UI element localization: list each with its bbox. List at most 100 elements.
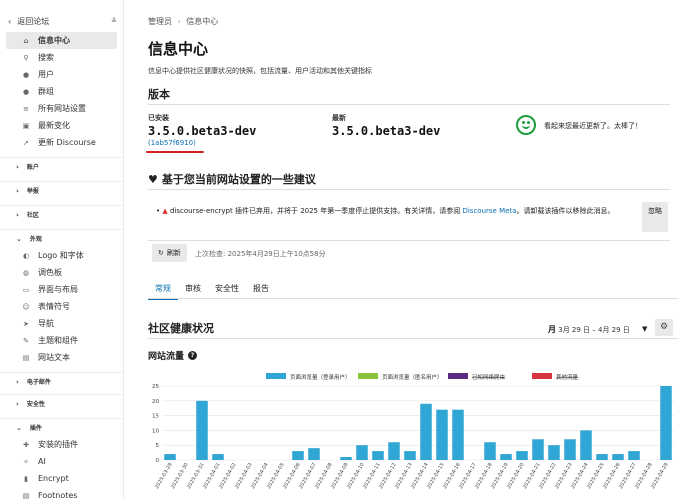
chevron-right-icon: › bbox=[16, 162, 19, 171]
sidebar-item-paint[interactable]: ◍ 调色板 bbox=[6, 264, 117, 281]
sidebar-item-label: 网站文本 bbox=[38, 353, 70, 362]
back-label: 返回论坛 bbox=[17, 16, 50, 26]
sidebar-item-palette[interactable]: ◐ Logo 和字体 bbox=[6, 247, 117, 264]
discourse-meta-link[interactable]: Discourse Meta bbox=[462, 207, 516, 215]
legend-swatch bbox=[532, 373, 552, 379]
gear-icon[interactable]: ⚙ bbox=[655, 319, 673, 336]
sidebar-item-footnote[interactable]: ▤ Footnotes bbox=[6, 487, 117, 499]
section-plugins[interactable]: ⌄ 插件 bbox=[0, 418, 123, 436]
sidebar-item-label: 调色板 bbox=[38, 268, 62, 277]
chart-bar bbox=[420, 403, 432, 460]
installed-label: 已安装 bbox=[148, 114, 169, 122]
ignore-button[interactable]: 忽略 bbox=[642, 202, 668, 232]
sidebar-item-label: 最新变化 bbox=[38, 121, 70, 130]
breadcrumb: 管理员 › 信息中心 bbox=[148, 16, 218, 27]
legend-label: 页面浏览量（匿名用户） bbox=[382, 373, 443, 381]
y-tick-label: 0 bbox=[156, 458, 160, 464]
chevron-down-icon: ⌄ bbox=[16, 234, 22, 243]
chart-bar bbox=[404, 451, 416, 460]
sidebar-item-ai[interactable]: ✧ AI bbox=[6, 453, 117, 470]
chart-bar bbox=[292, 451, 304, 460]
brush-icon: ✎ bbox=[23, 336, 29, 345]
section-email[interactable]: › 电子邮件 bbox=[0, 372, 123, 390]
warning-icon: ▲ bbox=[162, 207, 168, 215]
sidebar-item-label: AI bbox=[38, 457, 46, 466]
lock-icon: ▮ bbox=[24, 474, 28, 483]
suggestion-item: • ▲ discourse-encrypt 插件已弃用，并将于 2025 年第一… bbox=[156, 207, 615, 215]
sidebar-item-brush[interactable]: ✎ 主题和组件 bbox=[6, 332, 117, 349]
installed-version: 3.5.0.beta3-dev bbox=[148, 124, 257, 138]
page-description: 信息中心提供社区健康状况的快照，包括流量、用户活动和其他关键指标 bbox=[148, 67, 372, 75]
help-icon[interactable]: ? bbox=[188, 351, 198, 360]
chart-bar bbox=[660, 386, 672, 460]
dropdown-caret-icon[interactable]: ▼ bbox=[642, 325, 647, 333]
legend-swatch bbox=[358, 373, 378, 379]
latest-label: 最新 bbox=[332, 114, 346, 122]
sidebar-item-puzzle[interactable]: ✚ 安装的插件 bbox=[6, 436, 117, 453]
section-reports[interactable]: › 举报 bbox=[0, 181, 123, 199]
commit-hash-link[interactable]: (1ab57f6910) bbox=[148, 139, 196, 147]
y-tick-label: 15 bbox=[152, 414, 159, 420]
sidebar-item-nav[interactable]: ➤ 导航 bbox=[6, 315, 117, 332]
legend-swatch bbox=[266, 373, 286, 379]
section-account[interactable]: › 账户 bbox=[0, 157, 123, 175]
chart-bar bbox=[388, 442, 400, 460]
sidebar-item-text[interactable]: ▤ 网站文本 bbox=[6, 349, 117, 366]
sidebar-item-smile[interactable]: ☺ 表情符号 bbox=[6, 298, 117, 315]
puzzle-icon: ✚ bbox=[23, 440, 29, 449]
version-title: 版本 bbox=[148, 88, 170, 101]
site-traffic-title: 网站流量 ? bbox=[148, 349, 198, 362]
back-to-forum[interactable]: ‹ 返回论坛 ≚ bbox=[0, 10, 123, 32]
legend-swatch bbox=[448, 373, 468, 379]
divider bbox=[148, 104, 670, 105]
sidebar-item-label: 导航 bbox=[38, 319, 54, 328]
divider bbox=[148, 189, 670, 190]
nav-icon: ➤ bbox=[23, 319, 29, 328]
y-tick-label: 25 bbox=[152, 384, 159, 390]
smile-icon: ☺ bbox=[22, 302, 30, 311]
sidebar-item-user[interactable]: ● 用户 bbox=[6, 66, 117, 83]
breadcrumb-separator: › bbox=[177, 17, 181, 26]
chart-bar bbox=[212, 454, 224, 460]
section-community[interactable]: › 社区 bbox=[0, 205, 123, 223]
paint-icon: ◍ bbox=[22, 268, 30, 277]
chart-bar bbox=[436, 409, 448, 460]
breadcrumb-admin[interactable]: 管理员 bbox=[148, 17, 172, 26]
sidebar-item-search[interactable]: ⚲ 搜索 bbox=[6, 49, 117, 66]
section-appearance[interactable]: ⌄ 外观 bbox=[0, 229, 123, 247]
smile-icon bbox=[516, 115, 536, 135]
user-icon: ● bbox=[22, 70, 30, 79]
chevron-left-icon: ‹ bbox=[8, 16, 12, 26]
refresh-button[interactable]: ↻ 刷新 bbox=[152, 244, 187, 262]
chart-bar bbox=[612, 454, 624, 460]
y-tick-label: 5 bbox=[156, 443, 160, 449]
sidebar-item-layout[interactable]: ▭ 界面与布局 bbox=[6, 281, 117, 298]
section-security[interactable]: › 安全性 bbox=[0, 394, 123, 412]
sidebar-item-sliders[interactable]: ≡ 所有网站设置 bbox=[6, 100, 117, 117]
chart-bar bbox=[196, 400, 208, 460]
date-range-picker[interactable]: 月 3月 29 日 – 4月 29 日 bbox=[548, 324, 630, 335]
chart-bar bbox=[596, 454, 608, 460]
sidebar-item-home[interactable]: ⌂ 信息中心 bbox=[6, 32, 117, 49]
layout-icon: ▭ bbox=[22, 285, 30, 294]
users-icon: ● bbox=[22, 87, 30, 96]
sidebar-item-label: 信息中心 bbox=[38, 36, 70, 45]
palette-icon: ◐ bbox=[22, 251, 30, 260]
home-icon: ⌂ bbox=[23, 36, 29, 45]
sidebar-item-gift[interactable]: ▣ 最新变化 bbox=[6, 117, 117, 134]
admin-sidebar: ‹ 返回论坛 ≚ ⌂ 信息中心 ⚲ 搜索 ● 用户 ● 群组 ≡ 所有网站设置 ▣ 最新变化 ➚ 更新 Di… bbox=[0, 0, 124, 499]
sidebar-item-lock[interactable]: ▮ Encrypt bbox=[6, 470, 117, 487]
sidebar-item-label: 表情符号 bbox=[38, 302, 70, 311]
search-icon: ⚲ bbox=[23, 53, 29, 62]
sidebar-item-rocket[interactable]: ➚ 更新 Discourse bbox=[6, 134, 117, 151]
legend-label: 已知网络爬虫 bbox=[472, 373, 506, 381]
sidebar-item-label: Footnotes bbox=[38, 491, 78, 499]
collapse-icon[interactable]: ≚ bbox=[111, 17, 117, 25]
chart-bar bbox=[356, 445, 368, 460]
sidebar-item-label: Encrypt bbox=[38, 474, 69, 483]
chevron-right-icon: › bbox=[16, 377, 19, 386]
chevron-right-icon: › bbox=[16, 399, 19, 408]
text-icon: ▤ bbox=[22, 353, 30, 362]
divider bbox=[148, 338, 678, 339]
sidebar-item-users[interactable]: ● 群组 bbox=[6, 83, 117, 100]
